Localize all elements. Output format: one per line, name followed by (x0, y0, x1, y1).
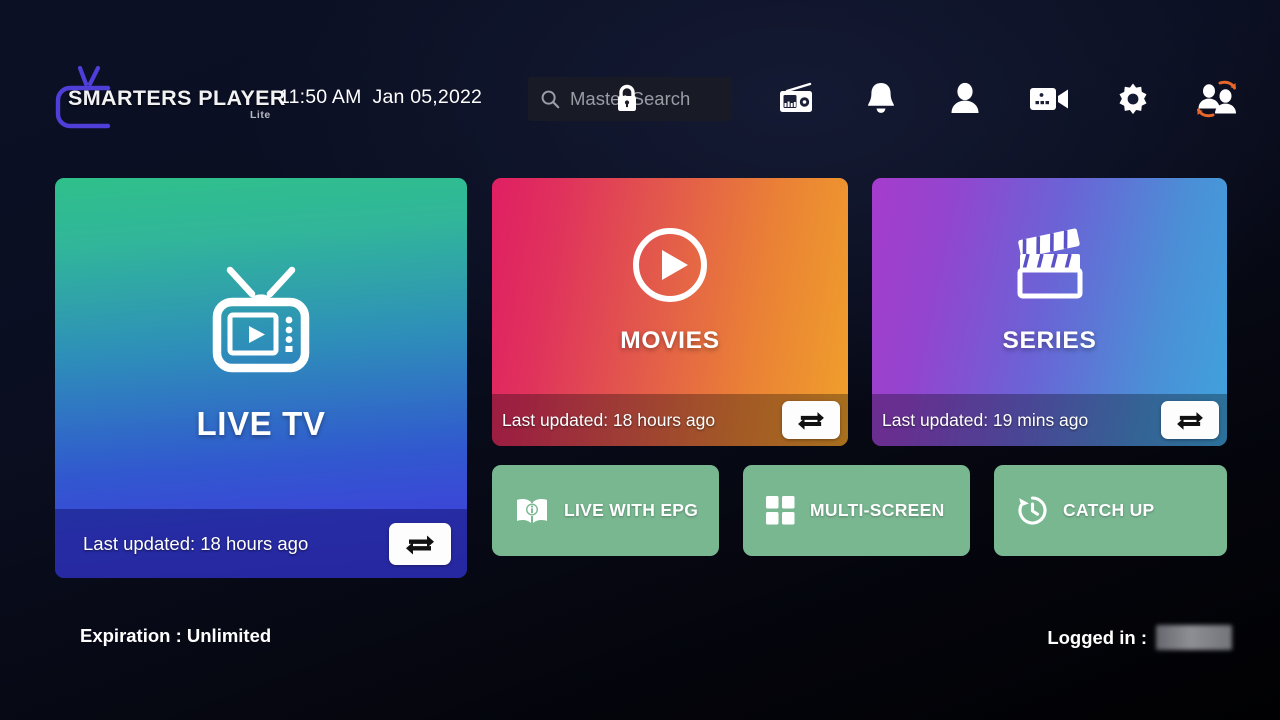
logo-subtitle: Lite (250, 109, 271, 121)
series-card-footer: Last updated: 19 mins ago (872, 394, 1227, 446)
live-tv-refresh-button[interactable] (389, 522, 451, 565)
multi-screen-tile[interactable]: MULTI-SCREEN (743, 465, 970, 556)
main-content: LIVE TV Last updated: 18 hours ago MOVIE… (55, 178, 1227, 578)
gear-icon[interactable] (1112, 78, 1154, 120)
live-tv-card[interactable]: LIVE TV Last updated: 18 hours ago (55, 178, 467, 578)
logged-in-label: Logged in : (1047, 626, 1147, 648)
movies-last-updated: Last updated: 18 hours ago (502, 409, 716, 430)
app-logo[interactable]: SMARTERS PLAYER Lite (50, 62, 285, 132)
catch-up-tile[interactable]: CATCH UP (994, 465, 1227, 556)
clapperboard-icon (1012, 226, 1088, 309)
clock-history-icon (1016, 494, 1049, 527)
movies-card[interactable]: MOVIES Last updated: 18 hours ago (492, 178, 848, 446)
book-info-icon (514, 495, 550, 527)
movies-refresh-button[interactable] (782, 401, 840, 439)
logged-in-username-redacted (1156, 625, 1232, 650)
app-root: SMARTERS PLAYER Lite 11:50 AM Jan 05,2022… (0, 0, 1280, 720)
bell-icon[interactable] (860, 78, 902, 120)
grid-four-icon (765, 495, 796, 526)
live-tv-last-updated: Last updated: 18 hours ago (83, 532, 309, 554)
user-icon[interactable] (944, 78, 986, 120)
live-tv-card-footer: Last updated: 18 hours ago (55, 509, 467, 578)
series-refresh-button[interactable] (1161, 401, 1219, 439)
video-camera-icon[interactable] (1028, 78, 1070, 120)
header-clock: 11:50 AM Jan 05,2022 (279, 86, 482, 109)
switch-user-icon[interactable] (1196, 78, 1238, 120)
play-circle-icon (631, 226, 709, 309)
header: SMARTERS PLAYER Lite 11:50 AM Jan 05,2022… (0, 0, 1280, 165)
status-bar: Expiration : Unlimited Logged in : (0, 578, 1280, 720)
movies-card-title: MOVIES (620, 326, 720, 354)
clock-date: Jan 05,2022 (372, 86, 483, 108)
search-icon (539, 88, 561, 110)
multi-screen-label: MULTI-SCREEN (810, 500, 945, 521)
clock-time: 11:50 AM (279, 86, 362, 108)
header-icon-bar (776, 78, 1238, 120)
catch-up-label: CATCH UP (1063, 500, 1155, 521)
expiration-text: Expiration : Unlimited (80, 625, 272, 646)
live-with-epg-label: LIVE WITH EPG (564, 500, 699, 521)
series-card-title: SERIES (1002, 326, 1097, 354)
series-card[interactable]: SERIES Last updated: 19 mins ago (872, 178, 1227, 446)
movies-card-footer: Last updated: 18 hours ago (492, 394, 848, 446)
radio-icon[interactable] (776, 78, 818, 120)
live-with-epg-tile[interactable]: LIVE WITH EPG (492, 465, 719, 556)
tv-play-icon (202, 260, 320, 381)
lock-icon (611, 81, 643, 117)
series-last-updated: Last updated: 19 mins ago (882, 409, 1089, 430)
logo-title: SMARTERS PLAYER (68, 86, 286, 110)
live-tv-card-title: LIVE TV (196, 404, 326, 442)
logged-in-info: Logged in : (1047, 625, 1232, 650)
